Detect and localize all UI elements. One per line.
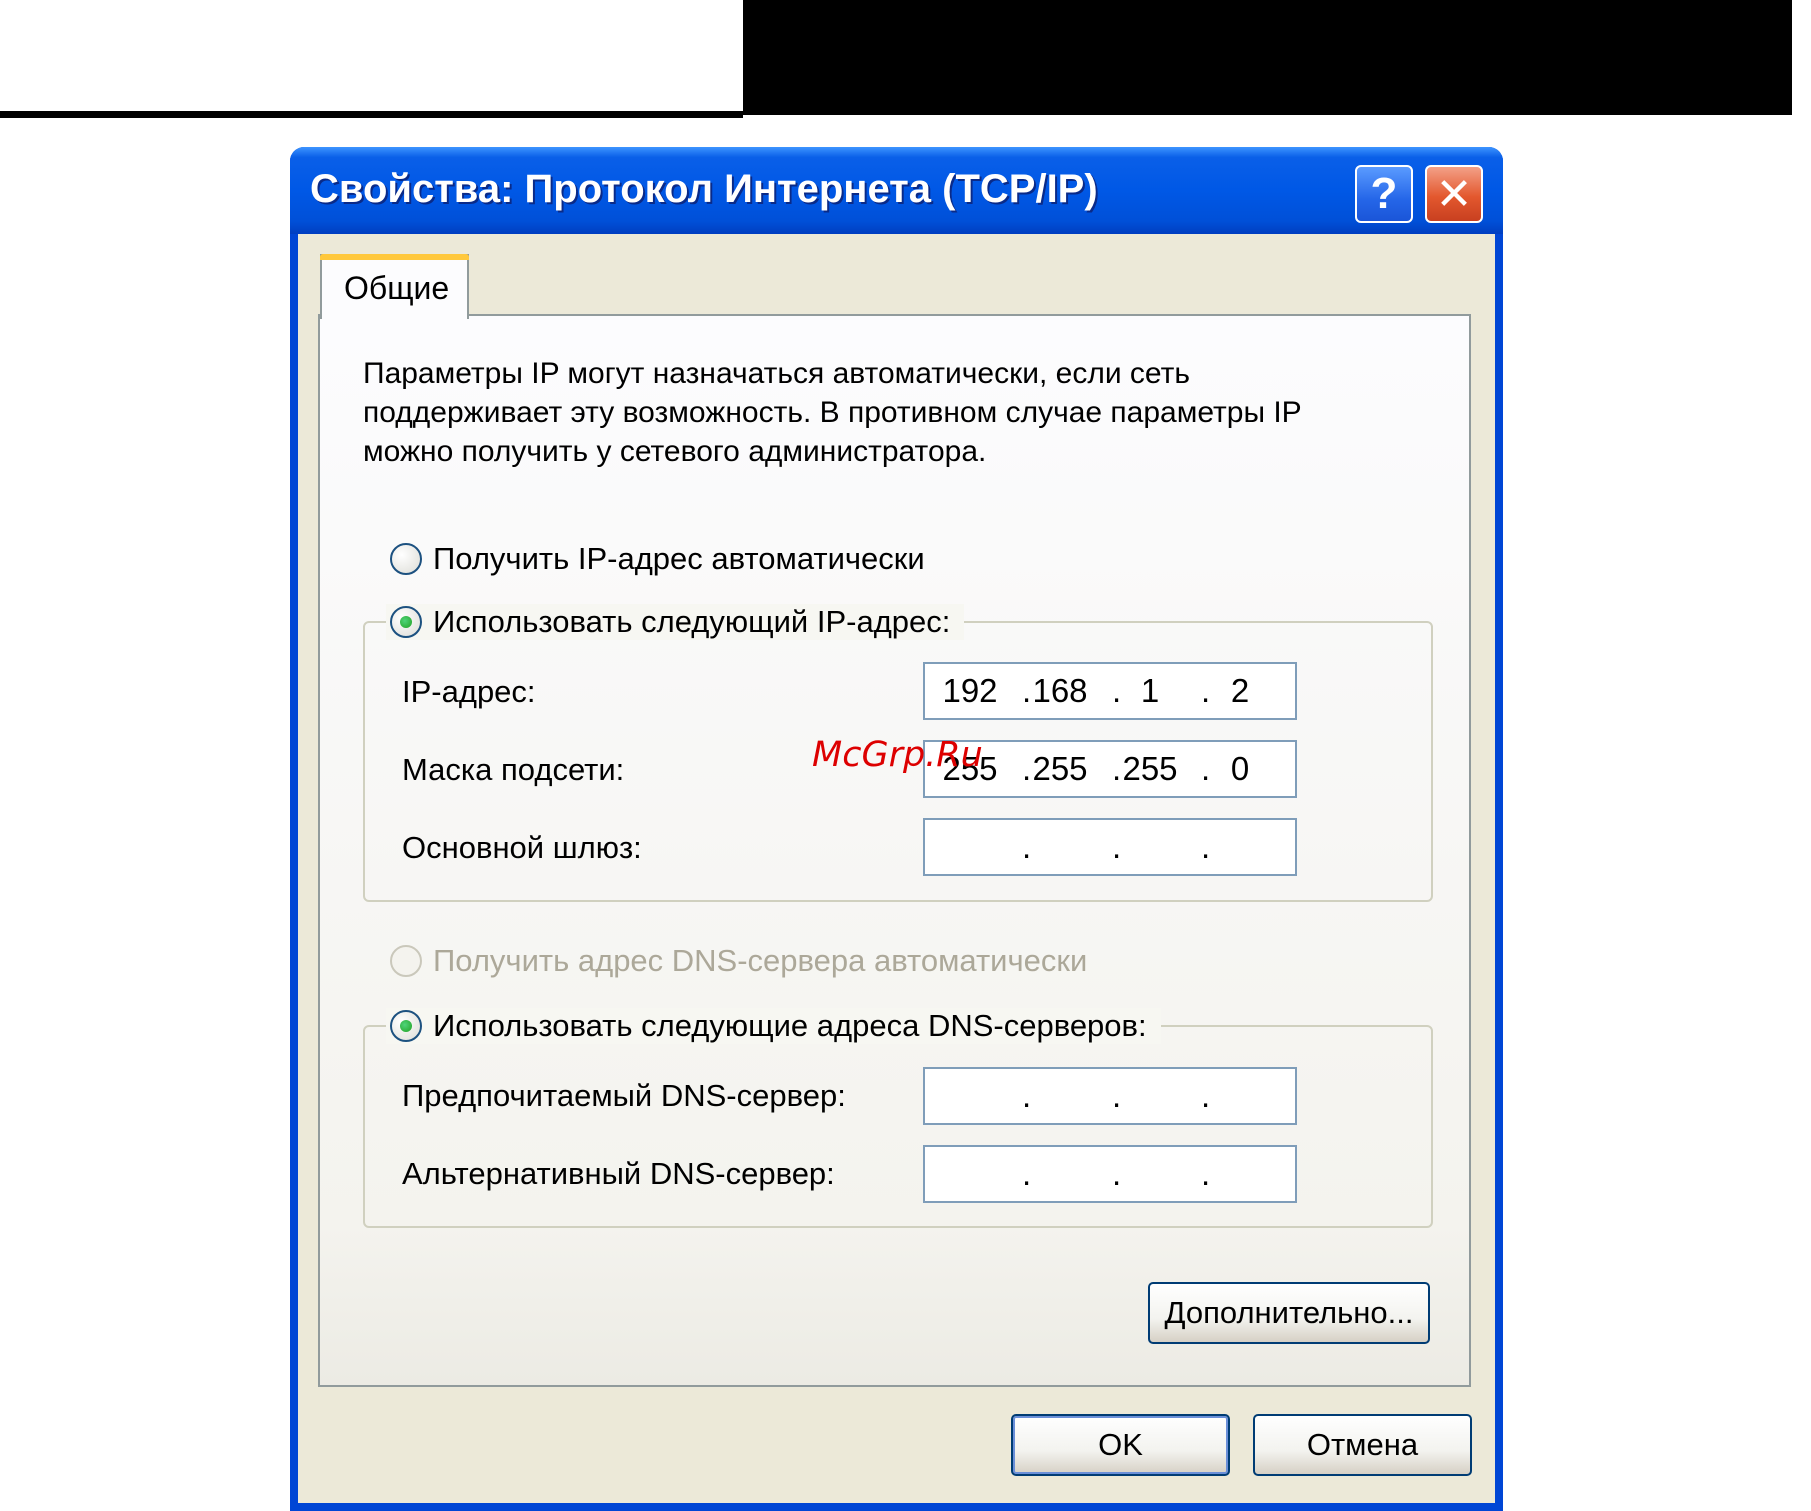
octet-separator: . (1201, 1077, 1211, 1114)
octet-separator: . (1022, 1155, 1032, 1192)
tab-general[interactable]: Общие (320, 254, 469, 319)
octet-separator: . (1022, 828, 1032, 865)
subnet-octet-4: 0 (1230, 750, 1250, 787)
radio-auto-ip[interactable]: Получить IP-адрес автоматически (390, 541, 925, 577)
radio-auto-ip-circle[interactable] (390, 543, 422, 575)
preferred-dns-label: Предпочитаемый DNS-сервер: (402, 1078, 846, 1113)
octet-separator: . (1201, 672, 1211, 709)
octet-separator: . (1201, 828, 1211, 865)
subnet-octet-3: 255 (1122, 750, 1178, 787)
radio-manual-dns-label: Использовать следующие адреса DNS-сервер… (433, 1008, 1147, 1043)
gateway-input[interactable]: . . . (923, 818, 1297, 876)
radio-manual-ip-circle[interactable] (390, 606, 422, 638)
ip-address-octet-2: 168 (1032, 672, 1088, 709)
help-icon: ? (1370, 169, 1398, 218)
close-icon: ✕ (1435, 169, 1473, 219)
radio-auto-dns[interactable]: Получить адрес DNS-сервера автоматически (390, 943, 1087, 979)
radio-manual-ip[interactable]: Использовать следующий IP-адрес: (386, 604, 965, 640)
octet-separator: . (1112, 1077, 1122, 1114)
radio-auto-dns-label: Получить адрес DNS-сервера автоматически (433, 943, 1088, 978)
window-title: Свойства: Протокол Интернета (TCP/IP) (310, 167, 1098, 211)
tab-general-label: Общие (344, 270, 450, 306)
advanced-button[interactable]: Дополнительно... (1148, 1282, 1430, 1344)
octet-separator: . (1201, 1155, 1211, 1192)
preferred-dns-input[interactable]: . . . (923, 1067, 1297, 1125)
title-bar[interactable]: Свойства: Протокол Интернета (TCP/IP) ? … (290, 147, 1503, 234)
radio-manual-dns[interactable]: Использовать следующие адреса DNS-сервер… (386, 1008, 1161, 1044)
ip-address-octet-1: 192 (942, 672, 998, 709)
octet-separator: . (1112, 828, 1122, 865)
alternate-dns-label: Альтернативный DNS-сервер: (402, 1156, 835, 1191)
octet-separator: . (1201, 750, 1211, 787)
radio-manual-dns-circle[interactable] (390, 1010, 422, 1042)
close-button[interactable]: ✕ (1425, 165, 1483, 223)
header-black-bar (743, 0, 1792, 115)
header-rule (0, 111, 743, 118)
gateway-label: Основной шлюз: (402, 830, 642, 865)
radio-auto-dns-circle[interactable] (390, 945, 422, 977)
subnet-octet-2: 255 (1032, 750, 1088, 787)
header-white-area (0, 0, 743, 111)
watermark: McGrp.Ru (812, 735, 983, 775)
octet-separator: . (1112, 1155, 1122, 1192)
cancel-button[interactable]: Отмена (1253, 1414, 1472, 1476)
ok-button[interactable]: OK (1011, 1414, 1230, 1476)
subnet-mask-label: Маска подсети: (402, 752, 625, 787)
ip-address-label: IP-адрес: (402, 674, 536, 709)
ip-address-octet-4: 2 (1230, 672, 1250, 709)
radio-manual-ip-label: Использовать следующий IP-адрес: (433, 604, 951, 639)
octet-separator: . (1022, 1077, 1032, 1114)
radio-auto-ip-label: Получить IP-адрес автоматически (433, 541, 925, 576)
ip-address-input[interactable]: 192 . 168 . 1 . 2 (923, 662, 1297, 720)
description-text: Параметры IP могут назначаться автоматич… (363, 357, 1302, 468)
alternate-dns-input[interactable]: . . . (923, 1145, 1297, 1203)
ip-address-octet-3: 1 (1140, 672, 1160, 709)
help-button[interactable]: ? (1355, 165, 1413, 223)
